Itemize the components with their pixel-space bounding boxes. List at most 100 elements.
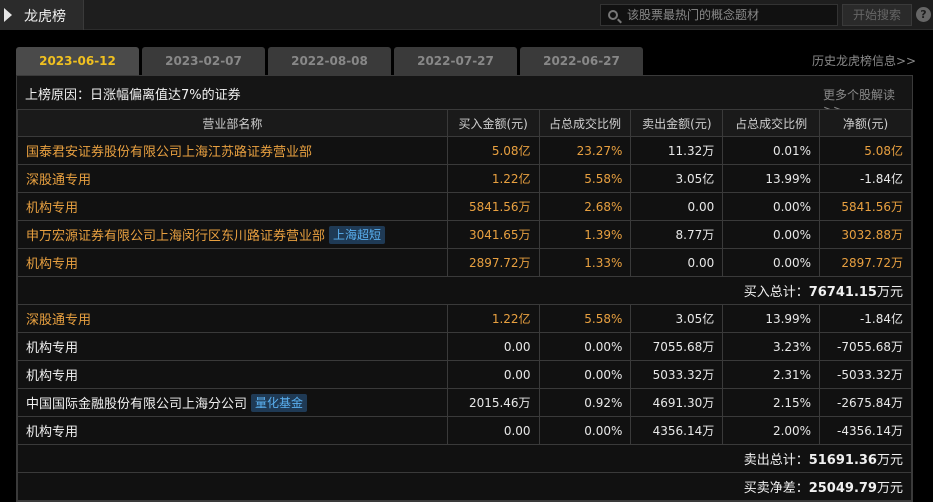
buy-amount: 1.22亿	[446, 164, 540, 193]
branch-name[interactable]: 申万宏源证券有限公司上海闵行区东川路证券营业部 上海超短	[17, 220, 448, 249]
reason-text: 上榜原因：日涨幅偏离值达7%的证券	[25, 88, 241, 103]
table-row[interactable]: 机构专用 0.00 0.00% 5033.32万 2.31% -5033.32万	[17, 360, 912, 389]
net-total-row: 买卖净差：25049.79万元	[17, 472, 912, 501]
net-amount: -2675.84万	[819, 388, 912, 417]
branch-name[interactable]: 中国国际金融股份有限公司上海分公司 量化基金	[17, 388, 448, 417]
sell-pct: 2.00%	[722, 416, 821, 445]
col-sell-amount: 卖出金额(元)	[630, 109, 724, 137]
buy-amount: 0.00	[446, 332, 540, 361]
branch-name[interactable]: 机构专用	[17, 332, 448, 361]
table-row[interactable]: 机构专用 0.00 0.00% 4356.14万 2.00% -4356.14万	[17, 416, 912, 445]
table-row[interactable]: 申万宏源证券有限公司上海闵行区东川路证券营业部 上海超短 3041.65万 1.3…	[17, 220, 912, 249]
net-amount: 5841.56万	[819, 192, 912, 221]
sell-amount: 5033.32万	[630, 360, 724, 389]
net-amount: -1.84亿	[819, 304, 912, 333]
page-title: 龙虎榜	[24, 9, 66, 25]
search-box[interactable]	[600, 4, 838, 26]
buy-pct: 1.33%	[538, 248, 632, 277]
buy-amount: 0.00	[446, 360, 540, 389]
net-amount: 2897.72万	[819, 248, 912, 277]
col-buy-amount: 买入金额(元)	[446, 109, 540, 137]
buy-total-value: 76741.15	[808, 285, 877, 300]
tab-date[interactable]: 2022-08-08	[268, 47, 391, 75]
sell-pct: 0.00%	[722, 248, 821, 277]
sell-total-value: 51691.36	[808, 453, 877, 468]
sell-amount: 3.05亿	[630, 164, 724, 193]
buy-amount: 5841.56万	[446, 192, 540, 221]
sell-amount: 11.32万	[630, 136, 724, 165]
net-total-unit: 万元	[876, 481, 903, 496]
sell-total: 卖出总计：51691.36万元	[17, 444, 912, 473]
help-icon[interactable]: ?	[916, 7, 931, 22]
table-row[interactable]: 机构专用 2897.72万 1.33% 0.00 0.00% 2897.72万	[17, 248, 912, 277]
branch-name[interactable]: 机构专用	[17, 416, 448, 445]
table-row[interactable]: 机构专用 5841.56万 2.68% 0.00 0.00% 5841.56万	[17, 192, 912, 221]
sell-pct: 13.99%	[722, 304, 821, 333]
branch-tag[interactable]: 量化基金	[251, 394, 308, 412]
title-bar: 龙虎榜 开始搜索 ?	[0, 0, 933, 30]
sell-total-row: 卖出总计：51691.36万元	[17, 444, 912, 473]
branch-name[interactable]: 深股通专用	[17, 164, 448, 193]
buy-pct: 0.00%	[538, 416, 632, 445]
net-amount: -4356.14万	[819, 416, 912, 445]
table-row[interactable]: 中国国际金融股份有限公司上海分公司 量化基金 2015.46万 0.92% 469…	[17, 388, 912, 417]
buy-pct: 1.39%	[538, 220, 632, 249]
table-row[interactable]: 机构专用 0.00 0.00% 7055.68万 3.23% -7055.68万	[17, 332, 912, 361]
buy-pct: 0.00%	[538, 332, 632, 361]
branch-name[interactable]: 机构专用	[17, 248, 448, 277]
buy-pct: 5.58%	[538, 164, 632, 193]
branch-name[interactable]: 机构专用	[17, 360, 448, 389]
net-amount: -5033.32万	[819, 360, 912, 389]
sell-pct: 3.23%	[722, 332, 821, 361]
sell-pct: 0.01%	[722, 136, 821, 165]
search-icon	[608, 10, 618, 20]
buy-total-unit: 万元	[876, 285, 903, 300]
sell-pct: 0.00%	[722, 220, 821, 249]
branch-tag[interactable]: 上海超短	[329, 226, 386, 244]
tab-date[interactable]: 2022-06-27	[520, 47, 643, 75]
net-amount: -7055.68万	[819, 332, 912, 361]
branch-name[interactable]: 机构专用	[17, 192, 448, 221]
sell-pct: 13.99%	[722, 164, 821, 193]
buy-pct: 23.27%	[538, 136, 632, 165]
sell-amount: 0.00	[630, 192, 724, 221]
net-amount: -1.84亿	[819, 164, 912, 193]
net-amount: 5.08亿	[819, 136, 912, 165]
table-header: 营业部名称 买入金额(元) 占总成交比例 卖出金额(元) 占总成交比例 净额(元…	[17, 109, 912, 137]
col-branch-name: 营业部名称	[17, 109, 448, 137]
buy-total-label: 买入总计：	[743, 285, 809, 300]
table-row[interactable]: 深股通专用 1.22亿 5.58% 3.05亿 13.99% -1.84亿	[17, 304, 912, 333]
history-link[interactable]: 历史龙虎榜信息>>	[812, 52, 916, 69]
sell-amount: 0.00	[630, 248, 724, 277]
col-buy-pct: 占总成交比例	[538, 109, 632, 137]
buy-amount: 3041.65万	[446, 220, 540, 249]
buy-pct: 5.58%	[538, 304, 632, 333]
sell-amount: 8.77万	[630, 220, 724, 249]
buy-total: 买入总计：76741.15万元	[17, 276, 912, 305]
branch-name-text: 中国国际金融股份有限公司上海分公司	[26, 397, 248, 412]
sell-pct: 2.31%	[722, 360, 821, 389]
title-tab[interactable]: 龙虎榜	[0, 0, 84, 30]
branch-name[interactable]: 深股通专用	[17, 304, 448, 333]
table-row[interactable]: 深股通专用 1.22亿 5.58% 3.05亿 13.99% -1.84亿	[17, 164, 912, 193]
buy-amount: 5.08亿	[446, 136, 540, 165]
tab-date[interactable]: 2023-06-12	[16, 47, 139, 75]
reason-row: 上榜原因：日涨幅偏离值达7%的证券 更多个股解读>>	[17, 76, 912, 117]
branch-name[interactable]: 国泰君安证券股份有限公司上海江苏路证券营业部	[17, 136, 448, 165]
net-total-label: 买卖净差：	[743, 481, 809, 496]
buy-amount: 0.00	[446, 416, 540, 445]
search-input[interactable]	[627, 7, 832, 23]
buy-amount: 1.22亿	[446, 304, 540, 333]
table-row[interactable]: 国泰君安证券股份有限公司上海江苏路证券营业部 5.08亿 23.27% 11.3…	[17, 136, 912, 165]
buy-pct: 2.68%	[538, 192, 632, 221]
search-button[interactable]: 开始搜索	[842, 4, 912, 26]
net-amount: 3032.88万	[819, 220, 912, 249]
buy-amount: 2897.72万	[446, 248, 540, 277]
tab-date[interactable]: 2022-07-27	[394, 47, 517, 75]
arrow-right-icon	[4, 8, 12, 22]
sell-amount: 4356.14万	[630, 416, 724, 445]
col-sell-pct: 占总成交比例	[722, 109, 821, 137]
tab-date[interactable]: 2023-02-07	[142, 47, 265, 75]
buy-total-row: 买入总计：76741.15万元	[17, 276, 912, 305]
sell-pct: 0.00%	[722, 192, 821, 221]
